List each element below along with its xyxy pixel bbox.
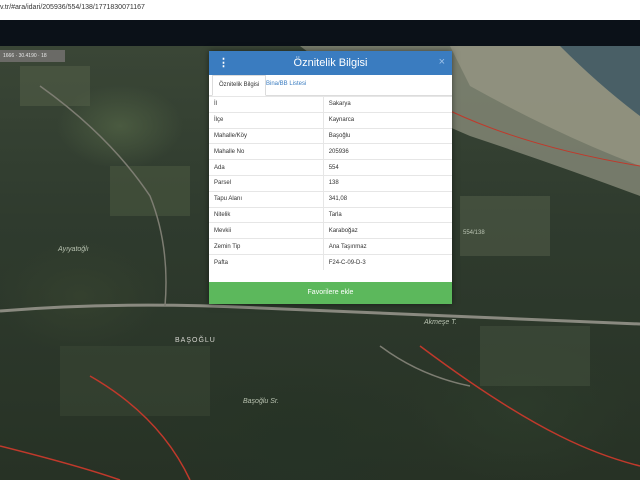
field-patch xyxy=(60,346,210,416)
app-toolbar xyxy=(0,20,640,46)
table-row: Zemin Tip Ana Taşınmaz xyxy=(209,238,452,255)
map-scale-readout: 1666 · 30.4190 · 18 xyxy=(0,50,65,62)
table-row: Pafta F24-C-09-D-3 xyxy=(209,253,452,271)
row-value: 138 xyxy=(323,174,452,192)
table-row: İlçe Kaynarca xyxy=(209,111,452,129)
map-label-parcel: 554/138 xyxy=(463,230,485,236)
map-label-akmese: Akmeşe T. xyxy=(424,319,457,326)
map-label-ayiyatogli: Ayıyatoğlı xyxy=(58,246,89,253)
row-value: 341,08 xyxy=(323,190,452,208)
row-key: Tapu Alanı xyxy=(209,190,324,208)
tab-attribute-info[interactable]: Öznitelik Bilgisi xyxy=(212,75,267,96)
panel-title: Öznitelik Bilgisi xyxy=(293,57,368,69)
table-row: Mevkii Karaboğaz xyxy=(209,222,452,239)
field-patch xyxy=(480,326,590,386)
table-row: İl Sakarya xyxy=(209,96,452,113)
row-value: Tarla xyxy=(323,206,452,223)
parcel-boundary xyxy=(0,445,121,480)
row-key: Ada xyxy=(209,159,324,176)
row-key: Zemin Tip xyxy=(209,238,324,255)
row-key: Pafta xyxy=(209,253,324,271)
row-value: Ana Taşınmaz xyxy=(323,238,452,255)
side-road xyxy=(379,345,471,387)
table-row: Mahalle No 205936 xyxy=(209,143,452,160)
close-icon[interactable]: × xyxy=(439,56,445,68)
row-key: Parsel xyxy=(209,174,324,192)
row-key: Nitelik xyxy=(209,206,324,223)
row-key: İl xyxy=(209,96,324,113)
browser-address-bar[interactable]: v.tr/#ara/idari/205936/554/138/177183007… xyxy=(0,0,640,21)
row-value: Karaboğaz xyxy=(323,222,452,239)
url-text[interactable]: v.tr/#ara/idari/205936/554/138/177183007… xyxy=(0,4,145,11)
row-key: Mevkii xyxy=(209,222,324,239)
table-row: Nitelik Tarla xyxy=(209,206,452,223)
row-key: Mahalle/Köy xyxy=(209,127,324,144)
attribute-info-panel: ⋮ Öznitelik Bilgisi × Öznitelik Bilgisi … xyxy=(209,51,452,304)
main-road xyxy=(0,303,640,326)
row-value: Kaynarca xyxy=(323,111,452,129)
row-value: 205936 xyxy=(323,143,452,160)
field-patch xyxy=(460,196,550,256)
table-row: Parsel 138 xyxy=(209,174,452,192)
map-label-basoglu: BAŞOĞLU xyxy=(175,337,216,344)
panel-tabs: Öznitelik Bilgisi Bina/BB Listesi xyxy=(209,75,452,96)
row-value: 554 xyxy=(323,159,452,176)
table-row: Mahalle/Köy Başoğlu xyxy=(209,127,452,144)
add-to-favorites-button[interactable]: Favorilere ekle xyxy=(209,282,452,304)
row-value: Sakarya xyxy=(323,96,452,113)
row-value: F24-C-09-D-3 xyxy=(323,253,452,271)
row-key: İlçe xyxy=(209,111,324,129)
field-patch xyxy=(110,166,190,216)
table-row: Ada 554 xyxy=(209,159,452,176)
field-patch xyxy=(20,66,90,106)
row-value: Başoğlu xyxy=(323,127,452,144)
map-label-basoglu-sr: Başoğlu Sr. xyxy=(243,398,279,405)
tab-building-list[interactable]: Bina/BB Listesi xyxy=(260,75,312,94)
row-key: Mahalle No xyxy=(209,143,324,160)
attribute-table: İl Sakarya İlçe Kaynarca Mahalle/Köy Başoğl… xyxy=(209,96,452,271)
table-row: Tapu Alanı 341,08 xyxy=(209,190,452,208)
panel-header: ⋮ Öznitelik Bilgisi × xyxy=(209,51,452,75)
